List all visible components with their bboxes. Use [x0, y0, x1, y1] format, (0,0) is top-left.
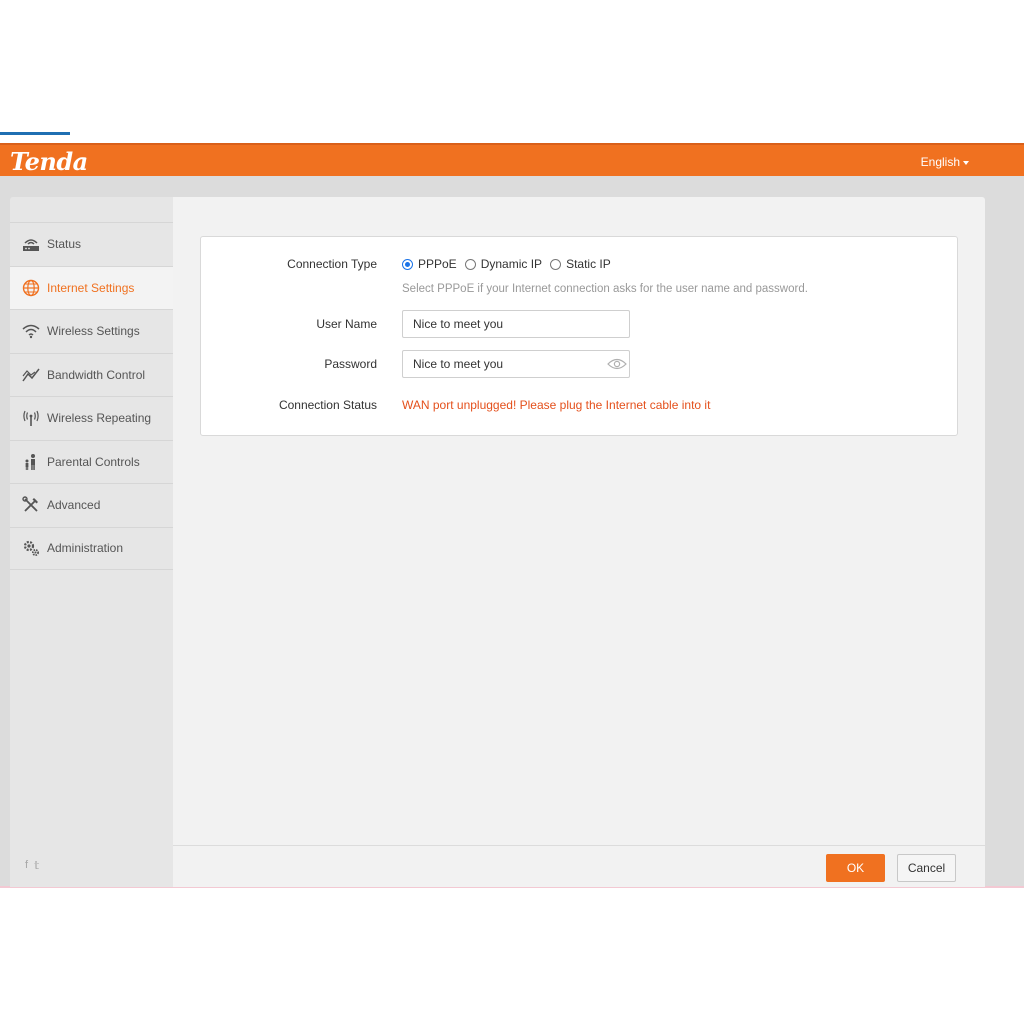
- user-name-field-wrap: [402, 310, 630, 338]
- router-icon: [21, 234, 41, 254]
- main-panel: Connection Type PPPoE Dynamic IP Static …: [173, 197, 985, 887]
- connection-type-label: Connection Type: [287, 257, 377, 271]
- header-bar: Tenda English: [0, 143, 1024, 176]
- radio-label: PPPoE: [418, 257, 457, 271]
- wifi-icon: [21, 321, 41, 341]
- radio-unchecked-icon: [550, 258, 562, 270]
- caret-down-icon: [963, 160, 969, 165]
- globe-icon: [21, 278, 41, 298]
- tools-icon: [21, 495, 41, 515]
- ok-button[interactable]: OK: [826, 854, 885, 882]
- radio-label: Static IP: [566, 257, 611, 271]
- sidebar: Status Internet Settings Wireless Settin…: [10, 197, 173, 887]
- sidebar-item-label: Administration: [47, 541, 124, 556]
- radio-pppoe[interactable]: PPPoE: [402, 257, 457, 271]
- action-footer: OK Cancel: [173, 845, 985, 887]
- password-field-wrap: [402, 350, 630, 378]
- sidebar-item-label: Internet Settings: [47, 280, 135, 295]
- radio-dynamic-ip[interactable]: Dynamic IP: [464, 257, 543, 271]
- twitter-icon[interactable]: 𝕥: [34, 859, 39, 872]
- top-accent-strip: [0, 132, 70, 135]
- sidebar-item-administration[interactable]: Administration: [10, 526, 173, 570]
- connection-type-radio-group: PPPoE Dynamic IP Static IP: [402, 257, 619, 271]
- family-icon: [21, 452, 41, 472]
- language-label: English: [920, 155, 960, 169]
- radio-checked-icon: [402, 258, 413, 270]
- password-input-group: [402, 350, 630, 378]
- sidebar-item-label: Status: [47, 237, 82, 252]
- radio-label: Dynamic IP: [480, 257, 543, 271]
- connection-status-label: Connection Status: [278, 398, 377, 412]
- sidebar-item-status[interactable]: Status: [10, 222, 173, 266]
- gear-icon: [21, 538, 41, 558]
- sidebar-item-label: Wireless Settings: [47, 324, 140, 339]
- internet-settings-card: Connection Type PPPoE Dynamic IP Static …: [200, 236, 958, 436]
- sidebar-item-label: Bandwidth Control: [47, 367, 146, 382]
- tenda-logo: Tenda: [10, 147, 88, 176]
- sidebar-nav: Status Internet Settings Wireless Settin…: [10, 222, 173, 570]
- sidebar-item-wireless-repeating[interactable]: Wireless Repeating: [10, 396, 173, 440]
- connection-status-message: WAN port unplugged! Please plug the Inte…: [402, 398, 711, 412]
- sidebar-item-parental-controls[interactable]: Parental Controls: [10, 439, 173, 484]
- user-name-input[interactable]: [402, 310, 630, 338]
- sidebar-item-bandwidth-control[interactable]: Bandwidth Control: [10, 352, 173, 397]
- antenna-icon: [21, 408, 41, 428]
- password-input[interactable]: [402, 350, 630, 378]
- sidebar-item-internet-settings[interactable]: Internet Settings: [10, 265, 173, 309]
- language-selector[interactable]: English: [921, 155, 969, 169]
- sidebar-item-label: Advanced: [47, 498, 101, 513]
- connection-type-hint: Select PPPoE if your Internet connection…: [402, 283, 808, 295]
- sidebar-item-label: Parental Controls: [47, 454, 140, 469]
- social-links: f 𝕥: [25, 859, 39, 872]
- user-name-label: User Name: [316, 317, 377, 331]
- bandwidth-icon: [21, 365, 41, 385]
- radio-unchecked-icon: [464, 258, 476, 270]
- router-admin-page: Tenda English Status Internet Settings W…: [0, 0, 1024, 1024]
- sidebar-item-advanced[interactable]: Advanced: [10, 483, 173, 527]
- radio-static-ip[interactable]: Static IP: [550, 257, 611, 271]
- password-label: Password: [324, 357, 377, 371]
- sidebar-item-label: Wireless Repeating: [47, 411, 152, 426]
- sidebar-item-wireless-settings[interactable]: Wireless Settings: [10, 309, 173, 353]
- eye-icon[interactable]: [606, 356, 628, 372]
- facebook-icon[interactable]: f: [25, 859, 28, 872]
- cancel-button[interactable]: Cancel: [897, 854, 956, 882]
